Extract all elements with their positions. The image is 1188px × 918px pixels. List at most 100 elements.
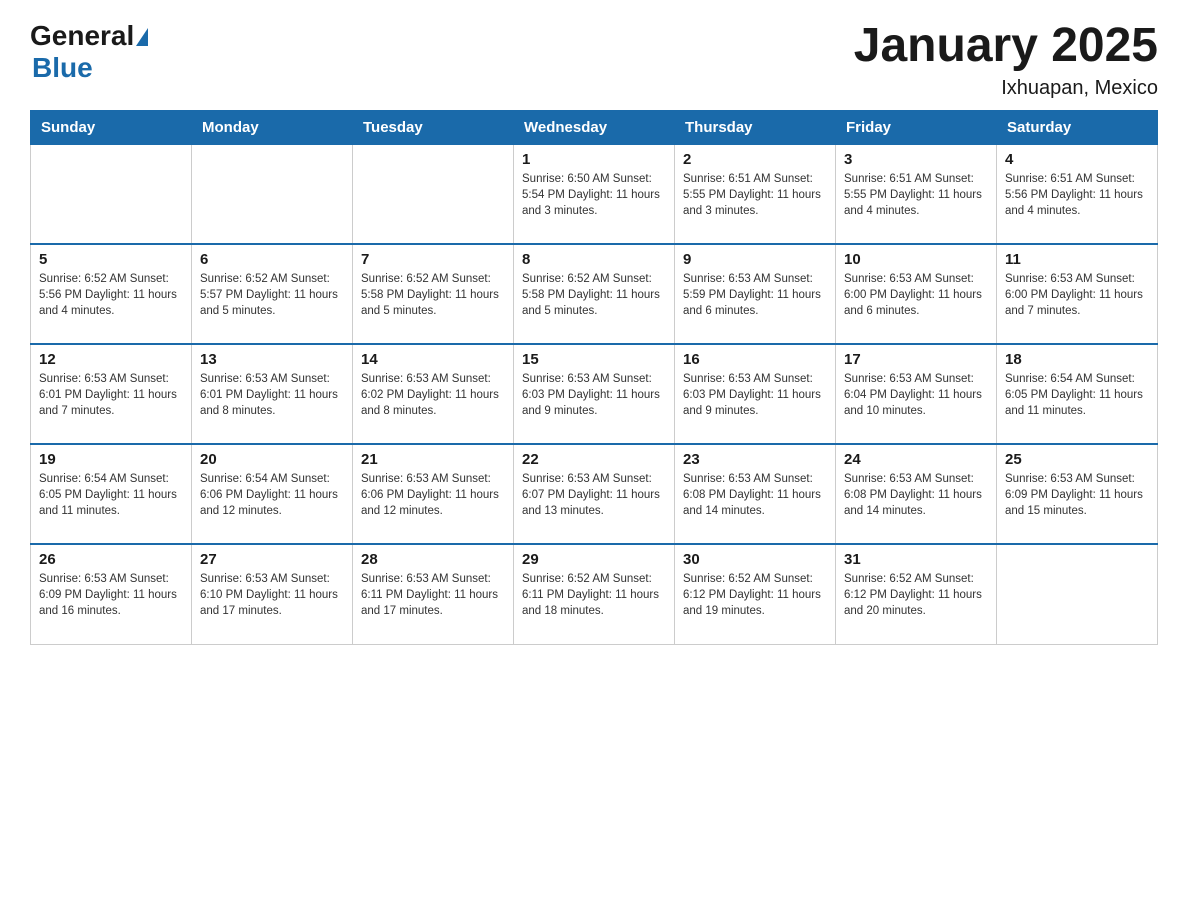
- day-info: Sunrise: 6:53 AM Sunset: 6:01 PM Dayligh…: [39, 371, 183, 419]
- calendar-cell-w2-d1: 5 Sunrise: 6:52 AM Sunset: 5:56 PM Daylig…: [31, 244, 192, 344]
- col-saturday: Saturday: [997, 110, 1158, 144]
- day-number: 27: [200, 551, 344, 568]
- day-info: Sunrise: 6:52 AM Sunset: 6:11 PM Dayligh…: [522, 571, 666, 619]
- calendar-cell-w1-d3: [353, 144, 514, 244]
- calendar-cell-w2-d5: 9 Sunrise: 6:53 AM Sunset: 5:59 PM Daylig…: [675, 244, 836, 344]
- day-number: 14: [361, 351, 505, 368]
- calendar-cell-w5-d6: 31Sunrise: 6:52 AM Sunset: 6:12 PM Dayli…: [836, 544, 997, 644]
- day-info: Sunrise: 6:53 AM Sunset: 6:03 PM Dayligh…: [522, 371, 666, 419]
- day-info: Sunrise: 6:53 AM Sunset: 6:06 PM Dayligh…: [361, 471, 505, 519]
- calendar-cell-w4-d4: 22 Sunrise: 6:53 AM Sunset: 6:07 PM Dayli…: [514, 444, 675, 544]
- day-number: 25: [1005, 451, 1149, 468]
- day-number: 28: [361, 551, 505, 568]
- day-info: Sunrise: 6:50 AM Sunset: 5:54 PM Dayligh…: [522, 171, 666, 219]
- calendar-cell-w4-d5: 23 Sunrise: 6:53 AM Sunset: 6:08 PM Dayli…: [675, 444, 836, 544]
- calendar-cell-w5-d5: 30 Sunrise: 6:52 AM Sunset: 6:12 PM Dayli…: [675, 544, 836, 644]
- day-info: Sunrise: 6:53 AM Sunset: 6:00 PM Dayligh…: [1005, 271, 1149, 319]
- day-number: 7: [361, 251, 505, 268]
- day-number: 9: [683, 251, 827, 268]
- calendar-week-3: 12 Sunrise: 6:53 AM Sunset: 6:01 PM Dayli…: [31, 344, 1158, 444]
- day-number: 30: [683, 551, 827, 568]
- calendar-header-row: Sunday Monday Tuesday Wednesday Thursday…: [31, 110, 1158, 144]
- day-number: 5: [39, 251, 183, 268]
- day-info: Sunrise: 6:53 AM Sunset: 6:08 PM Dayligh…: [683, 471, 827, 519]
- day-number: 23: [683, 451, 827, 468]
- calendar-cell-w2-d3: 7Sunrise: 6:52 AM Sunset: 5:58 PM Daylig…: [353, 244, 514, 344]
- col-wednesday: Wednesday: [514, 110, 675, 144]
- calendar-cell-w5-d1: 26 Sunrise: 6:53 AM Sunset: 6:09 PM Dayli…: [31, 544, 192, 644]
- calendar-cell-w2-d2: 6 Sunrise: 6:52 AM Sunset: 5:57 PM Daylig…: [192, 244, 353, 344]
- day-info: Sunrise: 6:53 AM Sunset: 5:59 PM Dayligh…: [683, 271, 827, 319]
- day-number: 4: [1005, 151, 1149, 168]
- calendar-week-2: 5 Sunrise: 6:52 AM Sunset: 5:56 PM Daylig…: [31, 244, 1158, 344]
- day-info: Sunrise: 6:52 AM Sunset: 6:12 PM Dayligh…: [683, 571, 827, 619]
- day-info: Sunrise: 6:53 AM Sunset: 6:07 PM Dayligh…: [522, 471, 666, 519]
- logo: General Blue: [30, 20, 148, 84]
- calendar-cell-w4-d7: 25Sunrise: 6:53 AM Sunset: 6:09 PM Dayli…: [997, 444, 1158, 544]
- day-info: Sunrise: 6:51 AM Sunset: 5:55 PM Dayligh…: [683, 171, 827, 219]
- day-info: Sunrise: 6:53 AM Sunset: 6:10 PM Dayligh…: [200, 571, 344, 619]
- title-section: January 2025 Ixhuapan, Mexico: [854, 20, 1158, 100]
- day-number: 31: [844, 551, 988, 568]
- day-number: 29: [522, 551, 666, 568]
- calendar-cell-w1-d7: 4 Sunrise: 6:51 AM Sunset: 5:56 PM Daylig…: [997, 144, 1158, 244]
- day-info: Sunrise: 6:54 AM Sunset: 6:05 PM Dayligh…: [1005, 371, 1149, 419]
- day-number: 10: [844, 251, 988, 268]
- day-number: 26: [39, 551, 183, 568]
- day-info: Sunrise: 6:51 AM Sunset: 5:56 PM Dayligh…: [1005, 171, 1149, 219]
- day-info: Sunrise: 6:53 AM Sunset: 6:09 PM Dayligh…: [39, 571, 183, 619]
- calendar-table: Sunday Monday Tuesday Wednesday Thursday…: [30, 110, 1158, 645]
- day-number: 21: [361, 451, 505, 468]
- day-number: 24: [844, 451, 988, 468]
- day-number: 22: [522, 451, 666, 468]
- day-info: Sunrise: 6:52 AM Sunset: 5:58 PM Dayligh…: [522, 271, 666, 319]
- calendar-cell-w5-d2: 27 Sunrise: 6:53 AM Sunset: 6:10 PM Dayli…: [192, 544, 353, 644]
- col-friday: Friday: [836, 110, 997, 144]
- calendar-cell-w1-d5: 2 Sunrise: 6:51 AM Sunset: 5:55 PM Daylig…: [675, 144, 836, 244]
- main-title: January 2025: [854, 20, 1158, 73]
- day-number: 15: [522, 351, 666, 368]
- calendar-cell-w3-d4: 15 Sunrise: 6:53 AM Sunset: 6:03 PM Dayli…: [514, 344, 675, 444]
- calendar-cell-w4-d1: 19 Sunrise: 6:54 AM Sunset: 6:05 PM Dayli…: [31, 444, 192, 544]
- calendar-cell-w2-d7: 11 Sunrise: 6:53 AM Sunset: 6:00 PM Dayli…: [997, 244, 1158, 344]
- day-info: Sunrise: 6:52 AM Sunset: 5:56 PM Dayligh…: [39, 271, 183, 319]
- calendar-week-1: 1Sunrise: 6:50 AM Sunset: 5:54 PM Daylig…: [31, 144, 1158, 244]
- day-number: 19: [39, 451, 183, 468]
- day-number: 3: [844, 151, 988, 168]
- logo-triangle-icon: [136, 28, 148, 46]
- page-header: General Blue January 2025 Ixhuapan, Mexi…: [30, 20, 1158, 100]
- calendar-week-4: 19 Sunrise: 6:54 AM Sunset: 6:05 PM Dayli…: [31, 444, 1158, 544]
- day-number: 2: [683, 151, 827, 168]
- day-info: Sunrise: 6:53 AM Sunset: 6:03 PM Dayligh…: [683, 371, 827, 419]
- day-info: Sunrise: 6:52 AM Sunset: 5:57 PM Dayligh…: [200, 271, 344, 319]
- day-number: 8: [522, 251, 666, 268]
- calendar-cell-w3-d5: 16 Sunrise: 6:53 AM Sunset: 6:03 PM Dayli…: [675, 344, 836, 444]
- day-number: 18: [1005, 351, 1149, 368]
- day-number: 16: [683, 351, 827, 368]
- day-info: Sunrise: 6:53 AM Sunset: 6:11 PM Dayligh…: [361, 571, 505, 619]
- calendar-cell-w4-d6: 24Sunrise: 6:53 AM Sunset: 6:08 PM Dayli…: [836, 444, 997, 544]
- day-number: 13: [200, 351, 344, 368]
- day-number: 17: [844, 351, 988, 368]
- col-thursday: Thursday: [675, 110, 836, 144]
- calendar-cell-w2-d6: 10 Sunrise: 6:53 AM Sunset: 6:00 PM Dayli…: [836, 244, 997, 344]
- calendar-week-5: 26 Sunrise: 6:53 AM Sunset: 6:09 PM Dayli…: [31, 544, 1158, 644]
- day-info: Sunrise: 6:53 AM Sunset: 6:00 PM Dayligh…: [844, 271, 988, 319]
- calendar-cell-w3-d1: 12 Sunrise: 6:53 AM Sunset: 6:01 PM Dayli…: [31, 344, 192, 444]
- day-info: Sunrise: 6:53 AM Sunset: 6:02 PM Dayligh…: [361, 371, 505, 419]
- day-number: 11: [1005, 251, 1149, 268]
- calendar-cell-w1-d1: [31, 144, 192, 244]
- calendar-cell-w3-d6: 17Sunrise: 6:53 AM Sunset: 6:04 PM Dayli…: [836, 344, 997, 444]
- calendar-cell-w1-d4: 1Sunrise: 6:50 AM Sunset: 5:54 PM Daylig…: [514, 144, 675, 244]
- day-info: Sunrise: 6:54 AM Sunset: 6:05 PM Dayligh…: [39, 471, 183, 519]
- day-number: 12: [39, 351, 183, 368]
- calendar-cell-w4-d2: 20Sunrise: 6:54 AM Sunset: 6:06 PM Dayli…: [192, 444, 353, 544]
- calendar-cell-w2-d4: 8 Sunrise: 6:52 AM Sunset: 5:58 PM Daylig…: [514, 244, 675, 344]
- calendar-cell-w1-d2: [192, 144, 353, 244]
- col-monday: Monday: [192, 110, 353, 144]
- day-number: 20: [200, 451, 344, 468]
- calendar-cell-w1-d6: 3 Sunrise: 6:51 AM Sunset: 5:55 PM Daylig…: [836, 144, 997, 244]
- location-subtitle: Ixhuapan, Mexico: [854, 77, 1158, 100]
- day-info: Sunrise: 6:51 AM Sunset: 5:55 PM Dayligh…: [844, 171, 988, 219]
- day-number: 6: [200, 251, 344, 268]
